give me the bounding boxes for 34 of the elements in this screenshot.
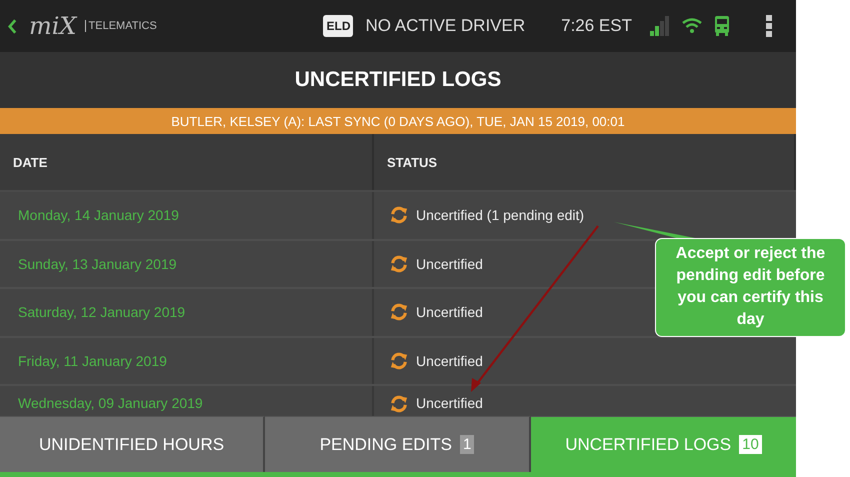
tab[interactable]: PENDING EDITS 1 <box>265 416 531 472</box>
column-header: STATUS <box>374 134 796 190</box>
wifi-icon <box>682 18 702 34</box>
screen-title: UNCERTIFIED LOGS <box>294 68 502 92</box>
date-cell[interactable]: Friday, 11 January 2019 <box>0 338 374 384</box>
callout-bubble: Accept or reject the pending edit before you can certify this day <box>655 238 846 337</box>
signal-icon <box>650 16 670 36</box>
eld-badge: ELD <box>323 15 354 37</box>
clock-time: 7:26 EST <box>561 16 632 36</box>
count-badge: 10 <box>739 435 762 454</box>
sync-icon <box>390 352 408 370</box>
menu-icon[interactable] <box>766 15 772 37</box>
status-text: Uncertified <box>416 352 483 369</box>
brand-suffix: TELEMATICS <box>84 20 157 32</box>
brand-logo: miX <box>29 12 77 40</box>
sync-icon <box>390 206 408 224</box>
count-badge: 1 <box>460 435 474 454</box>
tab[interactable]: UNCERTIFIED LOGS 10 <box>531 416 796 472</box>
back-icon[interactable] <box>8 18 17 34</box>
status-text: Uncertified <box>416 256 483 272</box>
status-text: Uncertified (1 pending edit) <box>416 207 584 224</box>
tab[interactable]: UNIDENTIFIED HOURS <box>0 416 265 472</box>
truck-icon <box>714 16 730 36</box>
sync-icon <box>390 303 408 322</box>
sync-icon <box>390 395 408 413</box>
date-cell[interactable]: Monday, 14 January 2019 <box>0 192 374 238</box>
column-header: DATE <box>0 134 374 190</box>
date-cell[interactable]: Saturday, 12 January 2019 <box>0 289 374 336</box>
driver-status: NO ACTIVE DRIVER <box>365 16 526 36</box>
date-cell[interactable]: Sunday, 13 January 2019 <box>0 240 374 287</box>
status-text: Uncertified <box>416 395 483 411</box>
sync-text: BUTLER, KELSEY (A): LAST SYNC (0 DAYS AGO), TUE, JAN 15 2019, 00:01 <box>171 114 625 128</box>
status-text: Uncertified <box>416 304 483 320</box>
sync-icon <box>390 254 408 273</box>
